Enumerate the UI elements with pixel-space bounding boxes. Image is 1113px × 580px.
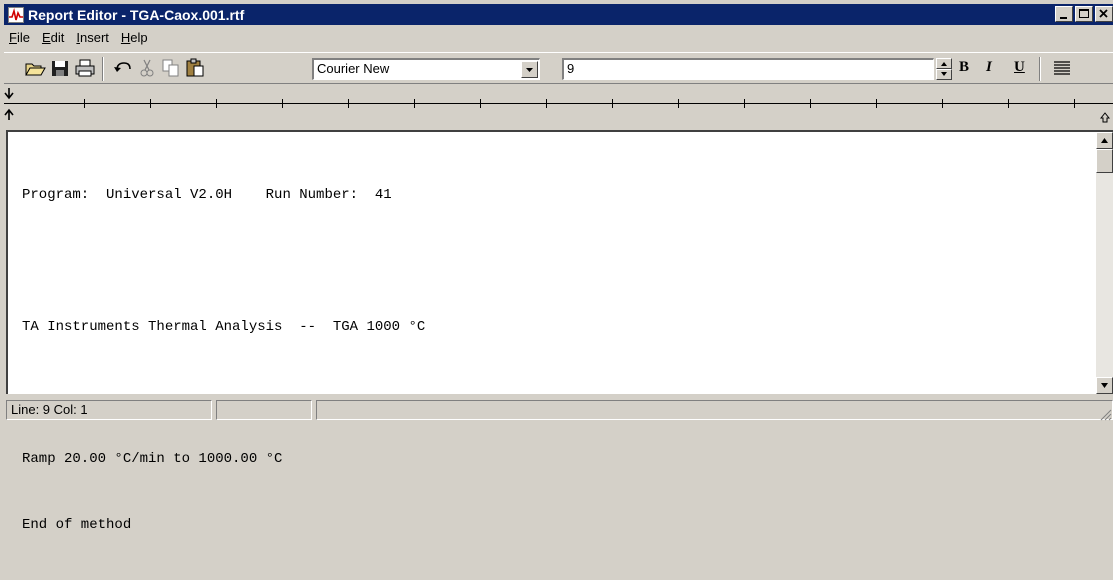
status-bar: Line: 9 Col: 1 [4,398,1113,422]
spin-up-button[interactable] [936,58,952,69]
status-position: Line: 9 Col: 1 [6,400,212,420]
ruler-tick [84,99,85,108]
status-panel-2 [216,400,312,420]
window-title: Report Editor - TGA-Caox.001.rtf [28,6,245,23]
status-panel-3 [316,400,1113,420]
maximize-icon [1079,9,1089,18]
ruler-baseline [4,103,1113,104]
ruler-tick [216,99,217,108]
menu-help-mnemonic: H [120,29,131,45]
font-name-combo[interactable]: Courier New [312,58,540,80]
font-name-value: Courier New [317,61,390,76]
cut-icon[interactable] [136,58,158,78]
document-line: ​ [22,250,425,272]
ruler-tick [414,99,415,108]
ruler-tick [546,99,547,108]
vertical-scrollbar[interactable] [1096,132,1113,394]
document-line: End of method [22,517,132,533]
ruler-tick [282,99,283,108]
first-line-indent-icon[interactable] [4,88,16,102]
align-icon[interactable] [1051,58,1073,78]
resize-grip-icon[interactable] [1098,407,1112,421]
font-size-field[interactable]: 9 [562,58,934,80]
ruler-tick [1008,99,1009,108]
ruler[interactable] [4,86,1113,126]
bold-button[interactable]: B [959,59,969,76]
menu-insert[interactable]: Insert [71,30,116,45]
menu-file-label: ile [16,29,30,45]
font-name-dropdown-button[interactable] [521,61,538,78]
toolbar-separator [102,57,104,81]
ruler-tick [744,99,745,108]
scroll-thumb[interactable] [1096,149,1113,173]
document-text[interactable]: Program: Universal V2.0H Run Number: 41 … [22,140,425,580]
copy-icon[interactable] [160,58,182,78]
paste-icon[interactable] [184,58,206,78]
document-line: Program: Universal V2.0H Run Number: 41 [22,187,392,203]
chevron-down-icon [526,68,533,72]
menu-help[interactable]: Help [116,30,155,45]
right-indent-icon[interactable] [1100,112,1110,124]
chevron-up-icon [941,62,947,66]
document-editor[interactable]: Program: Universal V2.0H Run Number: 41 … [6,130,1113,533]
underline-button[interactable]: U [1014,59,1025,76]
chevron-up-icon [1101,138,1108,143]
menu-file-mnemonic: F [9,29,17,45]
menu-help-label: elp [130,29,148,45]
undo-icon[interactable] [112,58,134,78]
chevron-down-icon [941,72,947,76]
close-icon [1099,9,1108,18]
ruler-tick [876,99,877,108]
scroll-up-button[interactable] [1096,132,1113,149]
ruler-tick [678,99,679,108]
document-line: TA Instruments Thermal Analysis -- TGA 1… [22,319,426,335]
ruler-tick [480,99,481,108]
ruler-tick [1074,99,1075,108]
ruler-tick [810,99,811,108]
toolbar-separator [1039,57,1041,81]
title-bar[interactable]: Report Editor - TGA-Caox.001.rtf [4,4,1113,25]
print-icon[interactable] [74,58,96,78]
menu-edit-label: dit [50,29,65,45]
ruler-tick [612,99,613,108]
minimize-icon [1060,17,1067,19]
menu-bar: File Edit Insert Help [4,26,155,48]
menu-insert-label: nsert [80,29,109,45]
ruler-tick [942,99,943,108]
italic-button[interactable]: I [986,59,992,76]
spin-down-button[interactable] [936,69,952,80]
minimize-button[interactable] [1055,6,1073,22]
save-icon[interactable] [49,58,71,78]
left-indent-icon[interactable] [4,108,16,122]
scroll-down-button[interactable] [1096,377,1113,394]
ruler-tick [348,99,349,108]
report-editor-window: Report Editor - TGA-Caox.001.rtf File Ed… [0,0,1113,533]
toolbar: Courier New 9 B I U [4,52,1113,84]
close-button[interactable] [1095,6,1113,22]
chevron-down-icon [1101,383,1108,388]
open-icon[interactable] [24,58,46,78]
menu-edit-mnemonic: E [41,29,51,45]
app-icon [8,6,24,23]
font-size-spinner[interactable] [936,58,952,80]
maximize-button[interactable] [1075,6,1093,22]
menu-edit[interactable]: Edit [37,30,71,45]
document-line: Ramp 20.00 °C/min to 1000.00 °C [22,451,283,467]
font-size-value: 9 [567,61,575,76]
ruler-tick [150,99,151,108]
menu-file[interactable]: File [4,30,37,45]
